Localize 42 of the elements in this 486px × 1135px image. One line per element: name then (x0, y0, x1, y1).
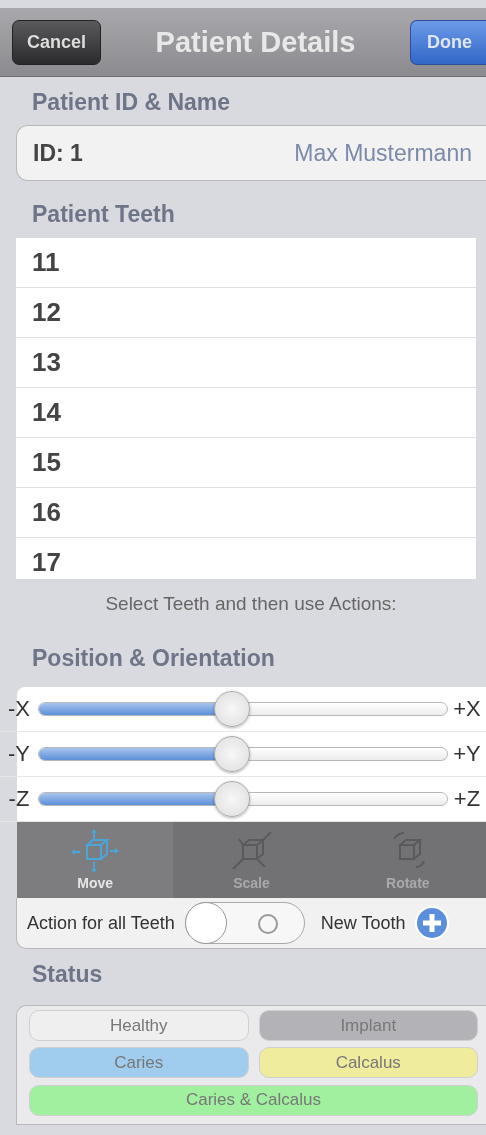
status-button[interactable]: Calcalus (258, 1047, 478, 1079)
slider-thumb[interactable] (213, 781, 250, 817)
tooth-row[interactable]: 12 (16, 288, 476, 338)
slider[interactable] (38, 736, 448, 772)
slider-thumb[interactable] (213, 691, 250, 727)
slider-max-label: +Y (452, 741, 482, 767)
patient-id: ID: 1 (33, 139, 83, 167)
status-button[interactable]: Implant (258, 1010, 478, 1041)
screen-title: Patient Details (155, 25, 356, 59)
cancel-button[interactable]: Cancel (12, 19, 102, 65)
action-tab[interactable]: Scale (173, 822, 330, 898)
slider[interactable] (38, 691, 448, 727)
tooth-row[interactable]: 15 (16, 438, 476, 488)
move-cube-icon (71, 829, 120, 873)
new-tooth-label: New Tooth (320, 912, 406, 934)
done-button[interactable]: Done (410, 19, 486, 65)
status-button[interactable]: Caries & Calcalus (29, 1084, 478, 1116)
slider-min-label: -Y (7, 741, 31, 767)
slider[interactable] (38, 781, 448, 817)
slider-max-label: +Z (452, 786, 482, 812)
toggle-label: Action for all Teeth (27, 912, 175, 934)
toggle-switch[interactable] (184, 902, 305, 944)
tooth-row[interactable]: 11 (16, 238, 476, 288)
slider-max-label: +X (452, 696, 482, 722)
section-header: Patient ID & Name (31, 88, 232, 117)
section-header: Patient Teeth (31, 200, 176, 229)
tooth-row[interactable]: 17 (16, 538, 476, 579)
action-tab[interactable]: Rotate (329, 822, 486, 898)
tooth-row[interactable]: 13 (16, 338, 476, 388)
patient-name: Max Mustermann (294, 139, 472, 167)
action-tab[interactable]: Move (17, 822, 174, 898)
tooth-row[interactable]: 14 (16, 388, 476, 438)
section-header: Position & Orientation (31, 644, 276, 673)
status-button[interactable]: Caries (29, 1047, 249, 1079)
tooth-row[interactable]: 16 (16, 488, 476, 538)
add-icon[interactable] (415, 906, 450, 940)
status-button[interactable]: Healthy (29, 1010, 249, 1041)
section-header: Status (31, 960, 104, 989)
slider-min-label: -X (7, 696, 31, 722)
slider-thumb[interactable] (213, 736, 250, 772)
instruction-text: Select Teeth and then use Actions: (104, 592, 398, 616)
slider-min-label: -Z (7, 786, 31, 812)
